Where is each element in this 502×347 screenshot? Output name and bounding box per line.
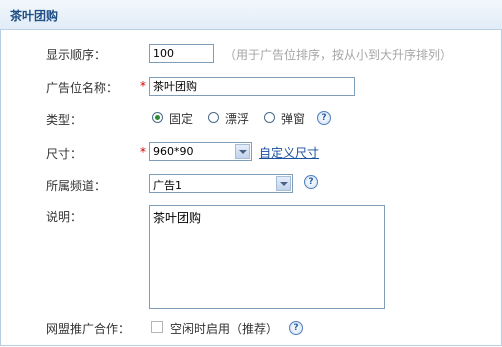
order-hint: （用于广告位排序，按从小到大升序排列） xyxy=(224,48,453,62)
chevron-down-icon[interactable] xyxy=(235,144,250,159)
union-help-icon[interactable]: ? xyxy=(289,321,303,335)
name-label: 广告位名称： xyxy=(46,81,119,95)
order-label: 显示顺序： xyxy=(46,48,107,62)
type-radio-popup-label: 弹窗 xyxy=(281,112,306,126)
chevron-down-icon[interactable] xyxy=(276,176,291,191)
type-radio-fixed-label: 固定 xyxy=(169,112,194,126)
description-textarea[interactable]: 茶叶团购 xyxy=(149,205,385,309)
type-radio-popup[interactable] xyxy=(264,112,275,123)
channel-label: 所属频道： xyxy=(46,179,107,193)
type-radio-float[interactable] xyxy=(208,112,219,123)
description-label: 说明： xyxy=(46,210,83,224)
name-required-mark: * xyxy=(140,79,146,93)
size-select[interactable]: 960*90 xyxy=(149,142,252,161)
name-input[interactable]: 茶叶团购 xyxy=(149,77,355,96)
panel-header: 茶叶团购 xyxy=(0,0,502,30)
type-radio-fixed[interactable] xyxy=(152,112,163,123)
type-label: 类型： xyxy=(46,113,83,127)
union-checkbox-label: 空闲时启用（推荐） xyxy=(170,322,279,336)
size-select-value: 960*90 xyxy=(153,145,194,158)
channel-help-icon[interactable]: ? xyxy=(304,175,318,189)
order-input[interactable]: 100 xyxy=(149,44,214,63)
type-radio-float-label: 漂浮 xyxy=(225,112,250,126)
union-label: 网盟推广合作： xyxy=(46,322,131,336)
panel-title: 茶叶团购 xyxy=(10,9,59,23)
type-help-icon[interactable]: ? xyxy=(317,111,331,125)
channel-select[interactable]: 广告1 xyxy=(149,174,293,193)
custom-size-link[interactable]: 自定义尺寸 xyxy=(259,144,319,161)
size-label: 尺寸： xyxy=(46,147,83,161)
size-required-mark: * xyxy=(140,145,146,159)
channel-select-value: 广告1 xyxy=(153,179,182,192)
union-checkbox[interactable] xyxy=(151,321,163,333)
